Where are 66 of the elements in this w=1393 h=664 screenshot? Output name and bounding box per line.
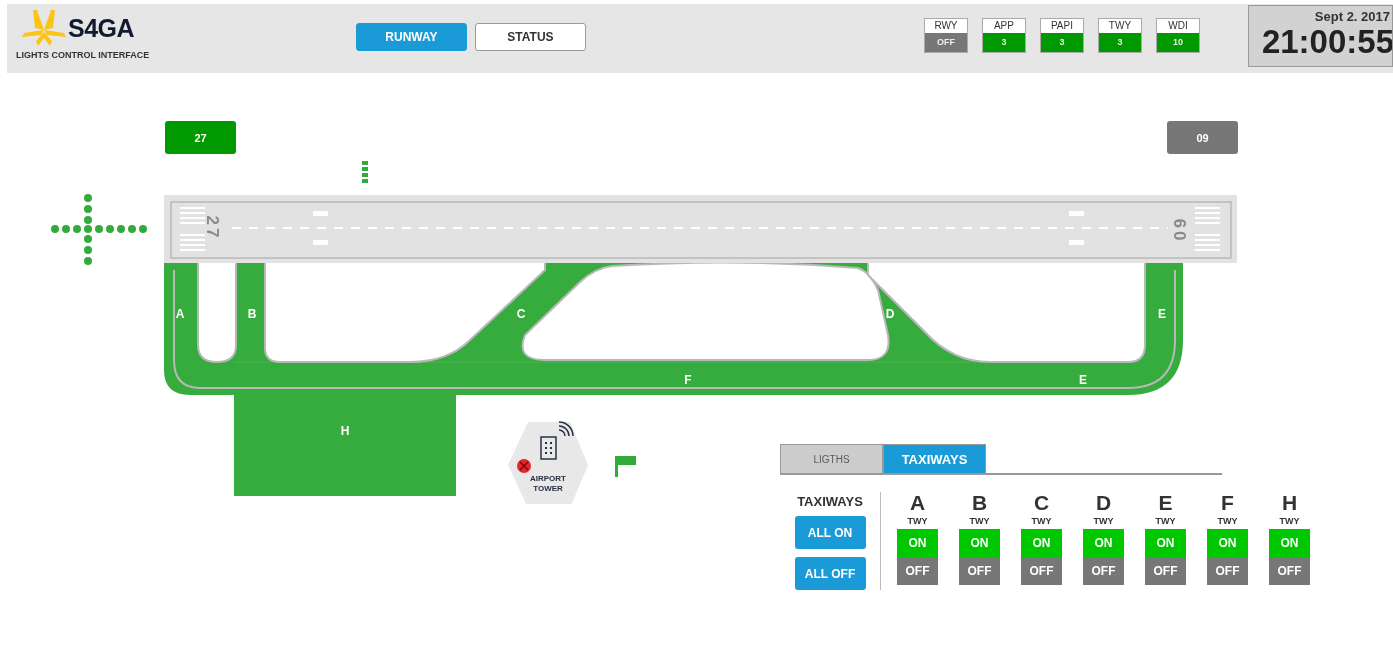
brand-name: S4GA [68,13,135,43]
runway-end-button[interactable]: 09 [1167,121,1238,154]
off-switch[interactable]: OFF [1207,557,1248,585]
app-subtitle: LIGHTS CONTROL INTERFACE [16,50,151,60]
taxiway-name: D [1095,492,1112,514]
on-switch[interactable]: ON [959,529,1000,557]
indicator-value: 10 [1156,33,1199,52]
taxiway-label: B [247,307,257,321]
taxiway-name: A [909,492,926,514]
nav-tab[interactable]: STATUS [474,23,586,51]
taxiway-label: E [1158,307,1166,321]
runway-number: 27 [203,215,222,241]
group-toggle-button[interactable]: ALL ON [794,516,866,549]
off-switch[interactable]: OFF [1021,557,1062,585]
off-switch[interactable]: OFF [1083,557,1124,585]
taxiway-name: E [1158,492,1173,514]
off-switch[interactable]: OFF [897,557,938,585]
panel-tab[interactable]: TAXIWAYS [883,444,986,473]
taxiway-name: F [1221,492,1234,514]
taxiway-label: D [885,307,895,321]
off-switch[interactable]: OFF [959,557,1000,585]
off-switch[interactable]: OFF [1269,557,1310,585]
group-toggle-button[interactable]: ALL OFF [794,557,866,590]
taxiway-name: C [1033,492,1050,514]
taxiway-label: A [175,307,185,321]
taxiway-label: H [340,424,350,438]
taxiway-type: TWY [1155,516,1176,526]
indicator-value: OFF [924,33,967,52]
taxiway-type: TWY [907,516,928,526]
taxiway-type: TWY [1031,516,1052,526]
runway-end-button[interactable]: 27 [165,121,236,154]
indicator-value: 3 [1040,33,1083,52]
group-title: TAXIWAYS [797,494,863,509]
taxiway-type: TWY [969,516,990,526]
runway-number: 09 [1171,215,1190,241]
flag-icon [615,456,636,477]
indicator-label: WDI [1167,19,1189,33]
taxiway-type: TWY [1093,516,1114,526]
airplane-logo-icon [22,8,66,48]
taxiway-label: E [1079,373,1087,387]
on-switch[interactable]: ON [1021,529,1062,557]
tower-label: AIRPORT TOWER [529,474,567,494]
indicator-label: RWY [933,19,959,33]
nav-tab[interactable]: RUNWAY [355,23,467,51]
indicator-label: APP [992,19,1015,33]
indicator-label: TWY [1107,19,1133,33]
papi-lights-drawing [362,161,368,183]
wifi-icon [558,421,574,437]
clock-date: Sept 2. 2017 [1314,8,1391,24]
building-icon [540,436,557,460]
taxiway-label: C [516,307,526,321]
on-switch[interactable]: ON [1083,529,1124,557]
on-switch[interactable]: ON [1207,529,1248,557]
on-switch[interactable]: ON [1145,529,1186,557]
panel-tab[interactable]: LIGTHS [780,444,883,473]
indicator-label: PAPI [1049,19,1074,33]
on-switch[interactable]: ON [897,529,938,557]
taxiway-type: TWY [1217,516,1238,526]
taxiway-label: F [684,373,692,387]
indicator-value: 3 [982,33,1025,52]
taxiway-name: H [1281,492,1298,514]
indicator-value: 3 [1098,33,1141,52]
on-switch[interactable]: ON [1269,529,1310,557]
taxiway-name: B [971,492,988,514]
off-switch[interactable]: OFF [1145,557,1186,585]
taxiway-type: TWY [1279,516,1300,526]
